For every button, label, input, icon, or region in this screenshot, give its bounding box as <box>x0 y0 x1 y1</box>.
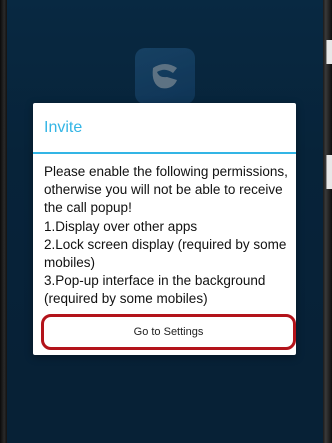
go-to-settings-button[interactable]: Go to Settings <box>41 314 296 350</box>
dialog-title: Invite <box>44 119 83 136</box>
dialog-title-divider <box>33 152 296 154</box>
phone: Invite Please enable the following permi… <box>0 0 332 443</box>
device-side-button-top <box>326 40 332 64</box>
screen: Invite Please enable the following permi… <box>7 0 323 443</box>
device-side-button-bottom <box>326 155 332 189</box>
device-bezel-left <box>0 0 7 443</box>
invite-dialog: Invite Please enable the following permi… <box>33 103 296 355</box>
dialog-message: Please enable the following permissions,… <box>44 164 288 307</box>
device-bezel-right <box>323 0 332 443</box>
